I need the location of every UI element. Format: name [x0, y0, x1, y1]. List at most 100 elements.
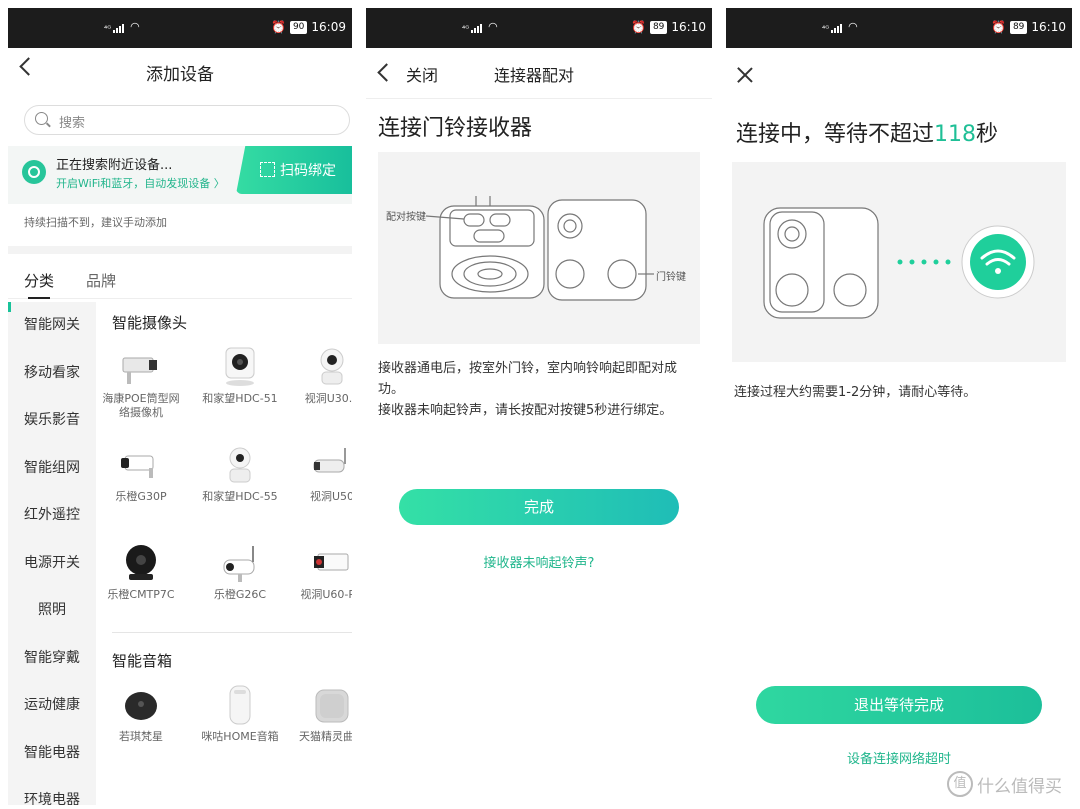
- bell-button-label: 门铃键: [656, 272, 686, 283]
- category-item[interactable]: 智能网关: [8, 302, 96, 350]
- smart-speaker-icon: [119, 684, 163, 726]
- watermark-logo-icon: 值: [947, 771, 973, 797]
- product-name: 视洞U60-PO: [300, 588, 352, 601]
- product-name: 和家望HDC-55: [202, 490, 278, 503]
- product-grid: 智能摄像头 海康POE筒型网络摄像机 和家望HDC-51 视洞U30... 乐橙…: [96, 302, 352, 805]
- alarm-icon: ⏰: [991, 20, 1006, 34]
- status-time: 16:09: [311, 20, 346, 34]
- alarm-icon: ⏰: [631, 20, 646, 34]
- category-item[interactable]: 娱乐影音: [8, 397, 96, 445]
- no-ring-help-link[interactable]: 接收器未响起铃声?: [366, 552, 712, 571]
- wait-note: 连接过程大约需要1-2分钟，请耐心等待。: [734, 385, 977, 400]
- section-title-speakers: 智能音箱: [112, 652, 173, 670]
- dome-camera-icon: [310, 346, 352, 388]
- smart-speaker-icon: [310, 684, 352, 726]
- page-title: 添加设备: [146, 65, 214, 85]
- tab-bar: 分类 品牌: [8, 254, 352, 299]
- doorbell-receiver-diagram: [425, 196, 654, 301]
- enable-wifi-bt-link[interactable]: 开启WiFi和蓝牙，自动发现设备 〉: [56, 175, 225, 191]
- battery-indicator: 89: [649, 20, 668, 34]
- status-bar: ⁴ᴳ ◠ ⏰ 89 16:10: [366, 8, 712, 48]
- product-name: 若琪梵星: [119, 730, 163, 743]
- close-button[interactable]: 关闭: [406, 62, 438, 86]
- signal-icon: ⁴ᴳ ◠: [462, 20, 498, 33]
- category-item[interactable]: 红外遥控: [8, 492, 96, 540]
- status-bar: ⁴ᴳ ◠ ⏰ 90 16:09: [8, 8, 352, 48]
- watermark: 值 什么值得买: [947, 771, 1062, 797]
- product-item[interactable]: 视洞U30...: [292, 346, 352, 406]
- smart-speaker-icon: [218, 684, 262, 726]
- product-item[interactable]: 和家望HDC-51: [200, 346, 280, 406]
- heading-text: 连接中，等待不超过: [736, 122, 935, 147]
- add-device-screen: ⁴ᴳ ◠ ⏰ 90 16:09 添加设备 搜索 正在搜索附近设备... 开启Wi…: [8, 8, 352, 805]
- status-bar: ⁴ᴳ ◠ ⏰ 89 16:10: [726, 8, 1072, 48]
- product-name: 乐橙G26C: [213, 588, 267, 601]
- category-browser: 智能网关 移动看家 娱乐影音 智能组网 红外遥控 电源开关 照明 智能穿戴 运动…: [8, 302, 352, 805]
- category-item[interactable]: 运动健康: [8, 682, 96, 730]
- back-icon[interactable]: [377, 63, 396, 82]
- status-time: 16:10: [671, 20, 706, 34]
- bullet-camera-icon: [119, 444, 163, 486]
- signal-icon: ⁴ᴳ ◠: [104, 20, 140, 33]
- search-input[interactable]: 搜索: [24, 105, 350, 135]
- alarm-icon: ⏰: [271, 20, 286, 34]
- product-item[interactable]: 咪咕HOME音箱: [200, 684, 280, 744]
- scan-icon: [260, 162, 275, 177]
- watermark-text: 什么值得买: [977, 776, 1062, 797]
- product-item[interactable]: 若琪梵星: [101, 684, 181, 744]
- product-name: 视洞U30...: [304, 392, 352, 405]
- ptz-camera-icon: [119, 542, 163, 584]
- nav-bar: 关闭 连接器配对: [366, 48, 712, 99]
- connecting-illustration: [732, 162, 1066, 362]
- battery-indicator: 89: [1009, 20, 1028, 34]
- product-item[interactable]: 和家望HDC-55: [200, 444, 280, 504]
- selected-indicator: [8, 302, 11, 312]
- page-title: 连接器配对: [494, 66, 575, 85]
- dome-camera-icon: [218, 444, 262, 486]
- product-item[interactable]: 视洞U50: [292, 444, 352, 504]
- category-item[interactable]: 智能穿戴: [8, 635, 96, 683]
- product-name: 和家望HDC-51: [202, 392, 278, 405]
- category-item[interactable]: 智能电器: [8, 730, 96, 778]
- category-item[interactable]: 电源开关: [8, 540, 96, 588]
- page-heading: 连接中，等待不超过118秒: [736, 116, 998, 148]
- done-button[interactable]: 完成: [399, 489, 679, 525]
- bullet-camera-icon: [119, 346, 163, 388]
- category-item[interactable]: 环境电器: [8, 777, 96, 805]
- product-name: 海康POE筒型网络摄像机: [102, 392, 180, 419]
- connecting-screen: ⁴ᴳ ◠ ⏰ 89 16:10 连接中，等待不超过118秒 连接过程大约需要1-…: [726, 8, 1072, 805]
- outdoor-camera-icon: [218, 542, 262, 584]
- product-item[interactable]: 海康POE筒型网络摄像机: [101, 346, 181, 420]
- scan-bind-button[interactable]: 扫码绑定: [236, 146, 352, 194]
- receiver-illustration: 配对按键 门铃键: [378, 152, 700, 344]
- outdoor-camera-icon: [310, 444, 352, 486]
- product-item[interactable]: 天猫精灵曲奇: [292, 684, 352, 744]
- page-heading: 连接门铃接收器: [378, 116, 533, 141]
- radar-icon: [22, 160, 46, 184]
- status-time: 16:10: [1031, 20, 1066, 34]
- product-name: 乐橙CMTP7C: [107, 588, 175, 601]
- category-list: 智能网关 移动看家 娱乐影音 智能组网 红外遥控 电源开关 照明 智能穿戴 运动…: [8, 302, 96, 805]
- product-item[interactable]: 乐橙CMTP7C: [101, 542, 181, 602]
- close-icon[interactable]: [736, 66, 754, 84]
- network-timeout-link[interactable]: 设备连接网络超时: [726, 748, 1072, 767]
- section-divider: [112, 632, 352, 633]
- camera-icon: [218, 346, 262, 388]
- product-item[interactable]: 乐橙G30P: [101, 444, 181, 504]
- scanning-panel: 正在搜索附近设备... 开启WiFi和蓝牙，自动发现设备 〉 扫码绑定: [8, 146, 352, 204]
- instruction-text-2: 接收器未响起铃声，请长按配对按键5秒进行绑定。: [378, 403, 673, 418]
- manual-add-hint: 持续扫描不到，建议手动添加: [24, 216, 167, 229]
- tab-category[interactable]: 分类: [24, 270, 54, 299]
- exit-wait-button[interactable]: 退出等待完成: [756, 686, 1042, 724]
- tab-brand[interactable]: 品牌: [86, 270, 116, 291]
- countdown-seconds: 118: [934, 122, 977, 147]
- battery-indicator: 90: [289, 20, 308, 34]
- category-item[interactable]: 移动看家: [8, 350, 96, 398]
- product-item[interactable]: 视洞U60-PO: [292, 542, 352, 602]
- category-item[interactable]: 智能组网: [8, 445, 96, 493]
- search-icon: [35, 112, 48, 125]
- product-item[interactable]: 乐橙G26C: [200, 542, 280, 602]
- nav-bar: 添加设备: [8, 48, 352, 92]
- category-item[interactable]: 照明: [8, 587, 96, 635]
- bullet-camera-icon: [310, 542, 352, 584]
